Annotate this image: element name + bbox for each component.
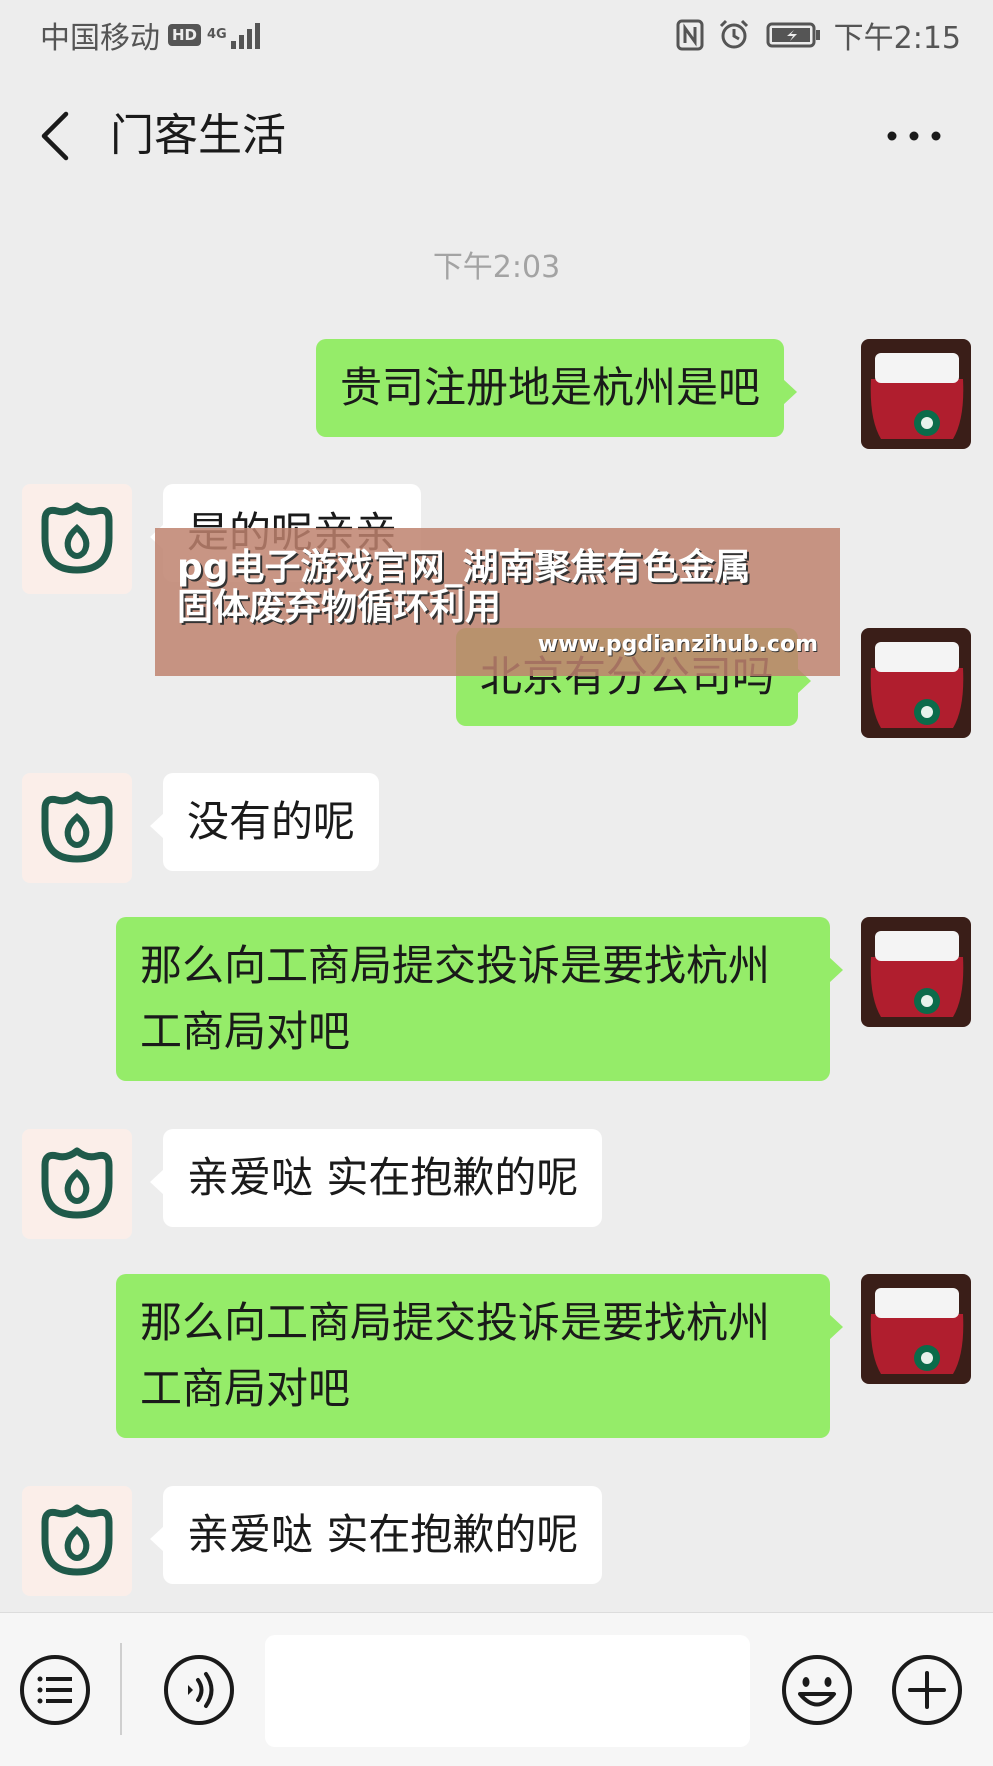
my-avatar[interactable] [861,628,971,738]
my-avatar[interactable] [861,1274,971,1384]
message-bubble-received[interactable]: 亲爱哒 实在抱歉的呢 [149,1486,603,1584]
input-bar-divider [120,1643,122,1735]
coffee-cup-icon [861,1274,971,1384]
chat-timestamp: 下午2:03 [432,250,561,285]
watermark-banner: pg电子游戏官网_湖南聚焦有色金属固体废弃物循环利用 www.pgdianzih… [155,528,840,676]
emoji-icon[interactable] [780,1653,854,1727]
shop-logo-icon [41,791,113,863]
battery-icon [766,22,820,48]
shop-logo-icon [41,1147,113,1219]
coffee-cup-icon [861,628,971,738]
voice-icon[interactable] [162,1653,236,1727]
my-avatar[interactable] [861,917,971,1027]
shop-avatar[interactable] [22,773,132,883]
alarm-icon [719,19,748,49]
message-bubble-received[interactable]: 没有的呢 [149,773,380,871]
nfc-icon [676,19,704,51]
carrier-label: 中国移动 [40,21,160,56]
message-bubble-sent[interactable]: 那么向工商局提交投诉是要找杭州工商局对吧 [116,1274,843,1438]
watermark-url: www.pgdianzihub.com [537,632,818,657]
shop-avatar[interactable] [22,1486,132,1596]
coffee-cup-icon [861,339,971,449]
my-avatar[interactable] [861,339,971,449]
shop-avatar[interactable] [22,484,132,594]
ellipsis-icon[interactable] [886,128,942,144]
input-bar [0,1612,993,1766]
status-time: 下午2:15 [833,21,961,56]
message-bubble-received[interactable]: 亲爱哒 实在抱歉的呢 [149,1129,603,1227]
network-type: 4G [207,27,227,42]
message-bubble-sent[interactable]: 贵司注册地是杭州是吧 [316,339,798,437]
plus-icon[interactable] [890,1653,964,1727]
watermark-title: pg电子游戏官网_湖南聚焦有色金属固体废弃物循环利用 [177,547,751,628]
status-bar: 中国移动 HD 4G 下午2:15 [0,0,993,70]
message-input[interactable] [265,1635,750,1747]
status-left: 中国移动 HD 4G [40,13,260,57]
menu-icon[interactable] [18,1653,92,1727]
coffee-cup-icon [861,917,971,1027]
nav-bar: 门客生活 [0,70,993,198]
page-title: 门客生活 [110,110,286,161]
signal-icon [230,21,260,49]
shop-avatar[interactable] [22,1129,132,1239]
status-right: 下午2:15 [676,13,961,57]
shop-logo-icon [41,1504,113,1576]
hd-badge: HD [168,24,202,46]
chevron-left-icon[interactable] [36,108,76,164]
message-bubble-sent[interactable]: 那么向工商局提交投诉是要找杭州工商局对吧 [116,917,843,1081]
shop-logo-icon [41,502,113,574]
